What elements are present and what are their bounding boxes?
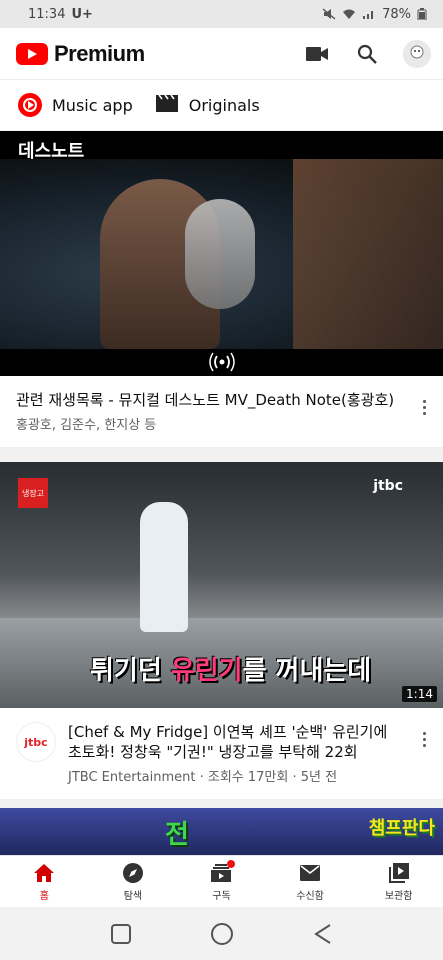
chip-originals[interactable]: Originals — [155, 93, 260, 117]
video-card[interactable]: 전 챔프판다 — [0, 808, 443, 856]
status-left: 11:34 U+ — [28, 7, 93, 22]
mute-icon — [322, 8, 336, 20]
youtube-premium-logo[interactable]: Premium — [16, 41, 145, 67]
video-thumbnail[interactable]: 냉장고 jtbc 튀기던 유린기를 꺼내는데 1:14 — [0, 462, 443, 708]
shortcut-chips: Music app Originals — [0, 80, 443, 130]
chip-label: Originals — [188, 95, 260, 115]
nav-label: 탐색 — [123, 890, 143, 902]
clapper-icon — [155, 93, 179, 117]
video-text: 관련 재생목록 - 뮤지컬 데스노트 MV_Death Note(홍광호) 홍광… — [16, 390, 405, 433]
jtbc-watermark-icon: jtbc — [373, 478, 403, 494]
thumbnail-brick-wall — [293, 159, 443, 349]
compass-icon — [121, 862, 145, 884]
thumbnail-microphone — [185, 199, 255, 309]
caption-suffix: 를 꺼내는데 — [242, 656, 372, 686]
music-app-icon — [18, 93, 42, 117]
nav-label: 수신함 — [296, 890, 324, 902]
home-icon — [32, 862, 56, 884]
thumbnail-scene — [0, 159, 443, 349]
nav-home[interactable]: 홈 — [0, 856, 89, 907]
nav-explore[interactable]: 탐색 — [89, 856, 178, 907]
status-time: 11:34 — [28, 6, 66, 22]
nav-inbox[interactable]: 수신함 — [266, 856, 355, 907]
carrier-icon: U+ — [71, 6, 93, 22]
thumbnail-chef — [140, 502, 188, 632]
signal-icon — [362, 8, 376, 20]
camera-icon[interactable] — [303, 40, 331, 68]
thumbnail-title-tag: 데스노트 — [18, 141, 85, 162]
channel-avatar[interactable]: jtbc — [16, 722, 56, 762]
video-subtitle: 홍광호, 김준수, 한지상 등 — [16, 418, 157, 433]
video-title[interactable]: 관련 재생목록 - 뮤지컬 데스노트 MV_Death Note(홍광호) — [16, 390, 405, 410]
video-thumbnail[interactable]: 데스노트 — [0, 131, 443, 376]
app-bar-actions — [303, 39, 431, 68]
nav-library[interactable]: 보관함 — [354, 856, 443, 907]
home-button-icon[interactable] — [210, 922, 234, 946]
caption-highlight: 유린기 — [170, 656, 243, 686]
video-card[interactable]: 냉장고 jtbc 튀기던 유린기를 꺼내는데 1:14 jtbc [Chef &… — [0, 462, 443, 799]
duration-badge: 1:14 — [402, 686, 437, 702]
app-bar: Premium — [0, 28, 443, 80]
status-right: 78% — [322, 7, 431, 22]
chip-music-app[interactable]: Music app — [18, 93, 133, 117]
back-button-icon[interactable] — [311, 922, 335, 946]
video-thumbnail[interactable]: 전 챔프판다 — [0, 808, 443, 856]
more-options-icon[interactable] — [417, 390, 431, 433]
more-options-icon[interactable] — [417, 722, 431, 785]
video-title[interactable]: [Chef & My Fridge] 이연복 셰프 '순백' 유린기에 초토화!… — [68, 722, 405, 762]
video-subtitle: JTBC Entertainment · 조회수 17만회 · 5년 전 — [68, 770, 338, 785]
library-icon — [387, 862, 411, 884]
system-navigation-bar — [0, 907, 443, 960]
wifi-icon — [342, 8, 356, 20]
chip-label: Music app — [52, 95, 133, 115]
avatar[interactable] — [403, 39, 431, 68]
playlist-radio-icon — [208, 350, 236, 374]
video-meta: jtbc [Chef & My Fridge] 이연복 셰프 '순백' 유린기에… — [0, 708, 443, 799]
search-icon[interactable] — [353, 40, 381, 68]
logo-text: Premium — [54, 40, 145, 66]
subscriptions-icon — [209, 859, 236, 884]
video-text: [Chef & My Fridge] 이연복 셰프 '순백' 유린기에 초토화!… — [68, 722, 405, 785]
status-bar: 11:34 U+ 78% — [0, 0, 443, 28]
video-card[interactable]: 데스노트 관련 재생목록 - 뮤지컬 데스노트 MV_Death Note(홍광… — [0, 131, 443, 447]
notification-dot — [227, 859, 236, 868]
nav-label: 홈 — [39, 890, 49, 902]
thumbnail-caption: 튀기던 유린기를 꺼내는데 — [90, 650, 371, 687]
battery-text: 78% — [382, 6, 411, 22]
nav-label: 구독 — [212, 890, 231, 902]
caption-prefix: 튀기던 — [90, 656, 171, 686]
nav-label: 보관함 — [384, 890, 413, 902]
video-meta: 관련 재생목록 - 뮤지컬 데스노트 MV_Death Note(홍광호) 홍광… — [0, 376, 443, 447]
thumbnail-text-left: 전 — [165, 820, 189, 850]
inbox-icon — [298, 862, 322, 884]
battery-icon — [417, 8, 431, 21]
show-badge-icon: 냉장고 — [18, 478, 48, 508]
thumbnail-text-right: 챔프판다 — [368, 818, 435, 839]
bottom-navigation: 홈 탐색 구독 수신함 보관함 — [0, 855, 443, 907]
youtube-logo-icon — [16, 42, 48, 65]
nav-subscriptions[interactable]: 구독 — [177, 856, 266, 907]
recents-button-icon[interactable] — [109, 922, 133, 946]
